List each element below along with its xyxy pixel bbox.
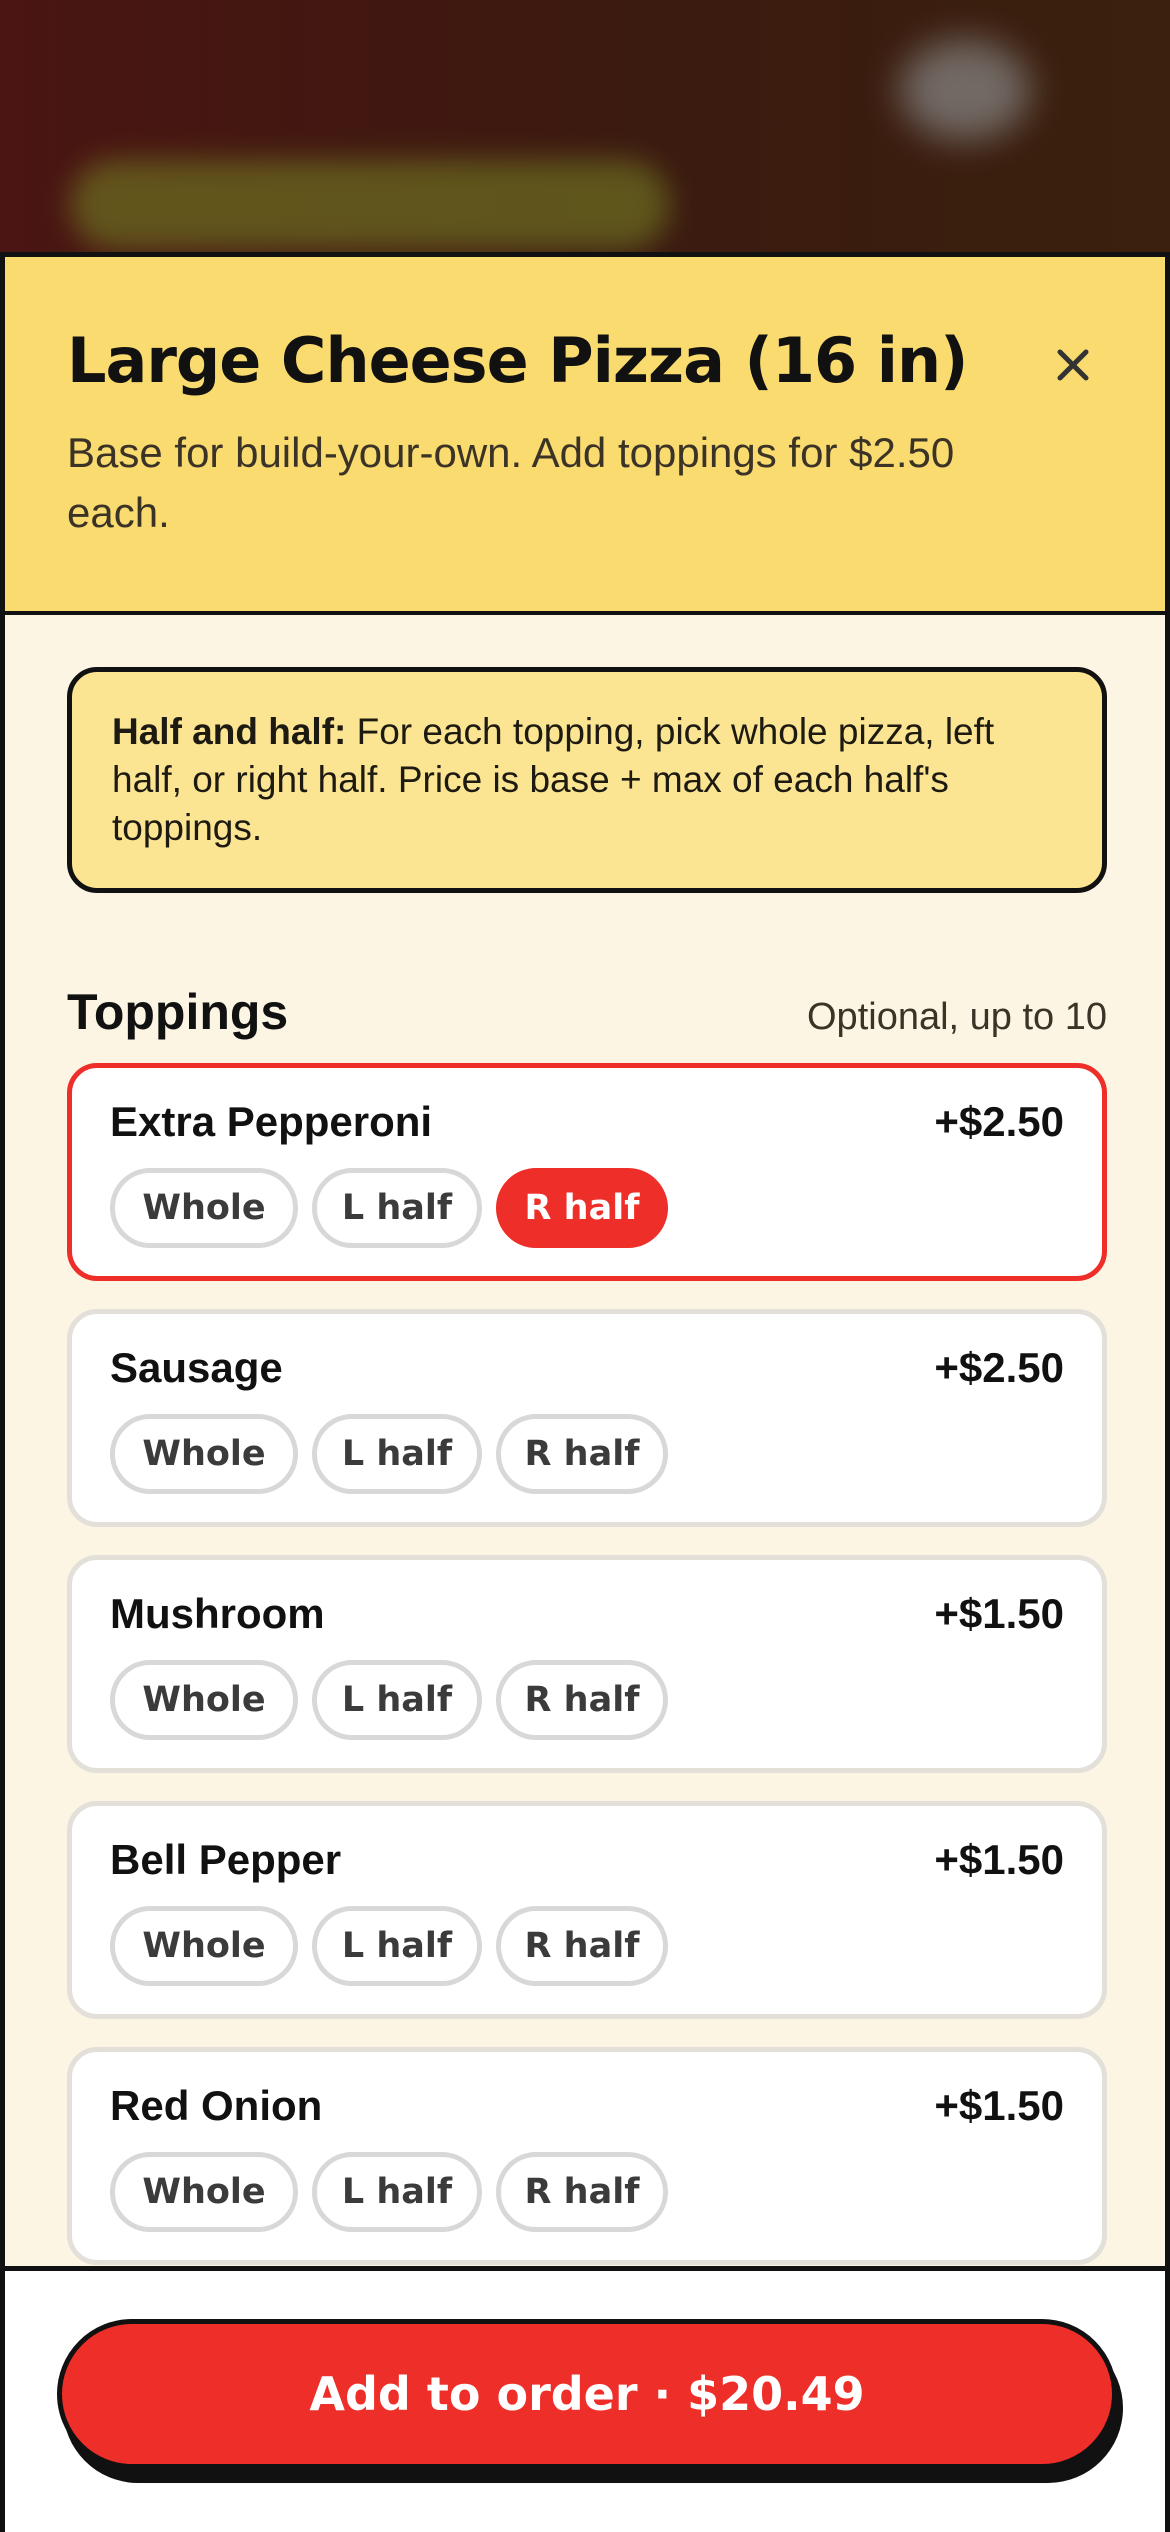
topping-price: +$1.50 (934, 1836, 1064, 1883)
topping-name: Sausage (110, 1344, 283, 1391)
whole-option-button[interactable]: Whole (110, 1168, 298, 1248)
left-half-option-button[interactable]: L half (312, 1660, 482, 1740)
close-button[interactable] (1043, 335, 1103, 395)
topping-card[interactable]: Bell Pepper +$1.50 Whole L half R half (67, 1801, 1107, 2019)
close-icon (1057, 349, 1089, 381)
background-blur-shape (900, 40, 1030, 140)
left-half-option-button[interactable]: L half (312, 1414, 482, 1494)
left-half-option-button[interactable]: L half (312, 1906, 482, 1986)
right-half-option-button[interactable]: R half (496, 1414, 668, 1494)
left-half-option-button[interactable]: L half (312, 1168, 482, 1248)
topping-price: +$2.50 (934, 1344, 1064, 1391)
blurred-background (0, 0, 1170, 260)
right-half-option-button[interactable]: R half (496, 1168, 668, 1248)
item-title: Large Cheese Pizza (16 in) (67, 324, 968, 397)
sheet-content: Half and half: For each topping, pick wh… (5, 615, 1165, 2266)
whole-option-button[interactable]: Whole (110, 2152, 298, 2232)
topping-price: +$1.50 (934, 1590, 1064, 1637)
info-heading: Half and half: (112, 711, 347, 752)
topping-card[interactable]: Red Onion +$1.50 Whole L half R half (67, 2047, 1107, 2265)
topping-card[interactable]: Extra Pepperoni +$2.50 Whole L half R ha… (67, 1063, 1107, 1281)
half-and-half-info: Half and half: For each topping, pick wh… (67, 667, 1107, 893)
topping-name: Bell Pepper (110, 1836, 342, 1883)
item-description: Base for build-your-own. Add toppings fo… (67, 429, 955, 537)
right-half-option-button[interactable]: R half (496, 1660, 668, 1740)
right-half-option-button[interactable]: R half (496, 2152, 668, 2232)
sheet-header: Large Cheese Pizza (16 in) Base for buil… (5, 257, 1165, 615)
topping-price: +$2.50 (934, 1098, 1064, 1145)
topping-price: +$1.50 (934, 2082, 1064, 2129)
whole-option-button[interactable]: Whole (110, 1414, 298, 1494)
sheet-footer: Add to order · $20.49 (5, 2266, 1165, 2532)
toppings-header: Toppings Optional, up to 10 (67, 983, 1107, 1041)
whole-option-button[interactable]: Whole (110, 1906, 298, 1986)
topping-name: Extra Pepperoni (110, 1098, 433, 1145)
toppings-limit-note: Optional, up to 10 (807, 996, 1107, 1038)
item-sheet: Large Cheese Pizza (16 in) Base for buil… (0, 252, 1170, 2532)
topping-name: Mushroom (110, 1590, 325, 1637)
toppings-list: Extra Pepperoni +$2.50 Whole L half R ha… (67, 1063, 1107, 2265)
whole-option-button[interactable]: Whole (110, 1660, 298, 1740)
left-half-option-button[interactable]: L half (312, 2152, 482, 2232)
topping-card[interactable]: Mushroom +$1.50 Whole L half R half (67, 1555, 1107, 1773)
right-half-option-button[interactable]: R half (496, 1906, 668, 1986)
topping-name: Red Onion (110, 2082, 323, 2129)
toppings-title: Toppings (67, 984, 289, 1040)
background-blur-shape (70, 160, 670, 250)
add-to-order-button[interactable]: Add to order · $20.49 (57, 2319, 1117, 2469)
topping-card[interactable]: Sausage +$2.50 Whole L half R half (67, 1309, 1107, 1527)
